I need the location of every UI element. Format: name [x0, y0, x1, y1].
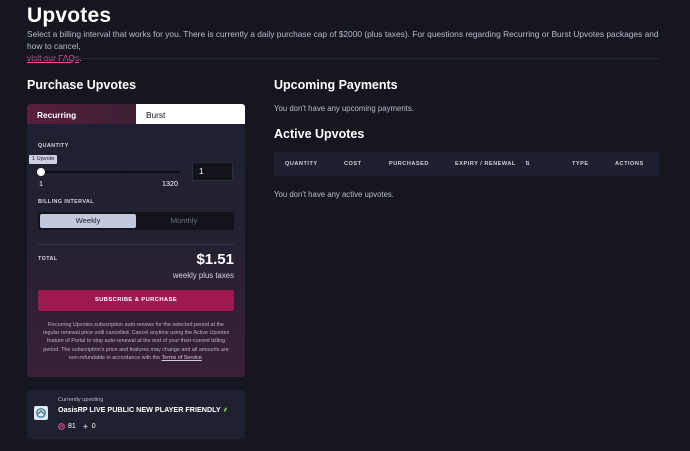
total-period: weekly plus taxes: [172, 271, 234, 280]
purchase-card: Recurring Burst QUANTITY 1 Upvote 1 1320…: [27, 104, 245, 377]
col-actions: ACTIONS: [615, 161, 644, 167]
upcoming-payments-empty: You don't have any upcoming payments.: [274, 104, 414, 113]
purchase-heading: Purchase Upvotes: [27, 78, 137, 92]
total-divider: [38, 244, 234, 245]
quantity-slider-handle[interactable]: [37, 168, 45, 176]
billing-interval-label: BILLING INTERVAL: [38, 199, 94, 205]
slider-min-label: 1: [39, 179, 43, 188]
quantity-label: QUANTITY: [38, 143, 69, 149]
currently-upvoting-label: Currently upvoting: [58, 397, 104, 403]
purchase-tabs: Recurring Burst: [27, 104, 245, 124]
col-purchased: PURCHASED: [389, 161, 429, 167]
slider-max-label: 1320: [162, 179, 178, 188]
boost-stat: 0: [82, 423, 96, 430]
terms-link[interactable]: Terms of Service: [162, 355, 202, 361]
subscribe-purchase-button[interactable]: SUBSCRIBE & PURCHASE: [38, 290, 234, 311]
col-cost: COST: [344, 161, 362, 167]
col-quantity: QUANTITY: [285, 161, 318, 167]
tab-burst[interactable]: Burst: [136, 104, 245, 124]
boost-count: 0: [91, 423, 96, 430]
header-divider: [27, 58, 659, 59]
upvote-icon: [58, 423, 65, 430]
upvote-stat: 81: [58, 423, 76, 430]
palm-tree-icon: ⸙: [222, 405, 228, 414]
intro-body: Select a billing interval that works for…: [27, 29, 659, 51]
upcoming-payments-heading: Upcoming Payments: [274, 78, 398, 92]
server-name-text: OasisRP LIVE PUBLIC NEW PLAYER FRIENDLY: [58, 405, 221, 414]
total-price: $1.51: [196, 251, 234, 268]
upvote-count: 81: [68, 423, 76, 430]
col-expiry-renewal[interactable]: EXPIRY / RENEWAL: [455, 161, 516, 167]
quantity-input[interactable]: 1: [192, 162, 233, 181]
col-type: TYPE: [572, 161, 589, 167]
active-upvotes-empty: You don't have any active upvotes.: [274, 190, 394, 199]
billing-interval-toggle: Weekly Monthly: [38, 212, 234, 230]
slider-tooltip: 1 Upvote: [29, 155, 58, 164]
billing-weekly-option[interactable]: Weekly: [40, 214, 136, 228]
currently-upvoting-card[interactable]: Currently upvoting OasisRP LIVE PUBLIC N…: [27, 390, 245, 439]
sort-icon[interactable]: ⇅: [525, 161, 530, 167]
subscription-fineprint: Recurring Upvotes subscription auto-rene…: [40, 321, 232, 362]
total-label: TOTAL: [38, 256, 58, 262]
active-upvotes-heading: Active Upvotes: [274, 127, 365, 141]
page-title: Upvotes: [27, 4, 112, 27]
tab-recurring[interactable]: Recurring: [27, 104, 136, 124]
server-icon: [34, 406, 48, 420]
server-stats: 81 0: [58, 423, 96, 430]
active-upvotes-table-header: QUANTITY COST PURCHASED EXPIRY / RENEWAL…: [274, 152, 659, 176]
server-name: OasisRP LIVE PUBLIC NEW PLAYER FRIENDLY …: [58, 405, 228, 415]
boost-icon: [82, 423, 89, 430]
fineprint-suffix: .: [201, 354, 204, 361]
billing-monthly-option[interactable]: Monthly: [136, 214, 232, 228]
quantity-slider-track[interactable]: [40, 171, 180, 173]
